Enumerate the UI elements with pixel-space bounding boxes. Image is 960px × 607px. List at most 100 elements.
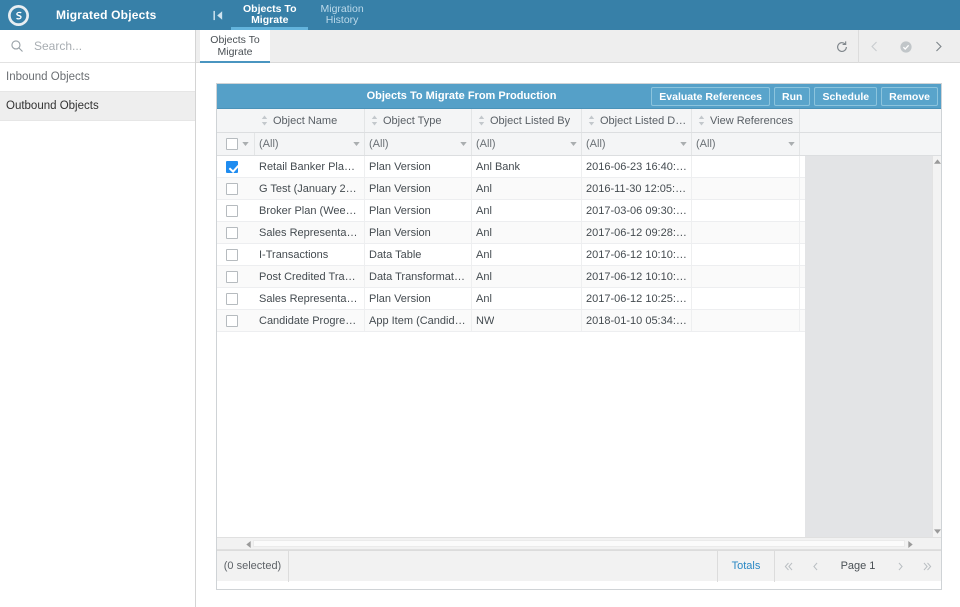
row-checkbox[interactable]: [226, 249, 238, 261]
column-header-view-references-label: View References: [710, 115, 793, 127]
filter-filler: [800, 133, 941, 155]
row-cell-object-type: App Item (Candidate M...: [365, 310, 472, 331]
row-cell-object-listed-by: Anl: [472, 244, 582, 265]
sort-icon[interactable]: [478, 115, 485, 126]
row-cell-object-listed-date: 2017-03-06 09:30:15: [582, 200, 692, 221]
grid-footer: (0 selected) Totals Page 1: [217, 550, 941, 581]
row-cell-view-references: [692, 288, 800, 309]
vertical-scrollbar[interactable]: [932, 156, 941, 537]
filter-object-listed-by[interactable]: (All): [472, 133, 582, 155]
row-checkbox-cell: [217, 310, 255, 331]
column-header-object-listed-date[interactable]: Object Listed Date-ti...: [582, 109, 692, 132]
check-circle-icon[interactable]: [890, 30, 922, 63]
chevron-down-icon[interactable]: [570, 142, 577, 146]
first-page-button[interactable]: [775, 551, 802, 582]
row-cell-object-listed-date-text: 2016-11-30 12:05:47: [586, 183, 687, 195]
row-cell-object-listed-date: 2017-06-12 10:25:21: [582, 288, 692, 309]
row-cell-object-listed-by: Anl Bank: [472, 156, 582, 177]
row-cell-object-listed-by-text: Anl: [476, 293, 492, 305]
row-cell-object-type-text: Plan Version: [369, 227, 431, 239]
sort-icon[interactable]: [371, 115, 378, 126]
filter-object-name[interactable]: (All): [255, 133, 365, 155]
scroll-right-icon[interactable]: [903, 538, 917, 551]
row-checkbox[interactable]: [226, 315, 238, 327]
filter-view-references[interactable]: (All): [692, 133, 800, 155]
filter-object-listed-date[interactable]: (All): [582, 133, 692, 155]
page-number-label[interactable]: Page 1: [829, 560, 887, 572]
refresh-icon[interactable]: [826, 30, 858, 63]
row-checkbox[interactable]: [226, 227, 238, 239]
run-button[interactable]: Run: [774, 87, 810, 106]
row-cell-object-listed-date-text: 2018-01-10 05:34:04: [586, 315, 687, 327]
row-checkbox-cell: [217, 222, 255, 243]
row-checkbox[interactable]: [226, 293, 238, 305]
row-cell-object-type: Plan Version: [365, 156, 472, 177]
row-cell-object-listed-by: Anl: [472, 178, 582, 199]
sort-icon[interactable]: [261, 115, 268, 126]
row-checkbox-cell: [217, 244, 255, 265]
row-cell-view-references: [692, 156, 800, 177]
row-cell-object-listed-by: Anl: [472, 266, 582, 287]
totals-button[interactable]: Totals: [718, 551, 775, 582]
remove-button[interactable]: Remove: [881, 87, 938, 106]
collapse-panel-icon[interactable]: [205, 0, 231, 30]
column-header-object-type-label: Object Type: [383, 115, 442, 127]
filter-object-type[interactable]: (All): [365, 133, 472, 155]
selected-count-label: (0 selected): [217, 551, 289, 582]
scroll-down-icon[interactable]: [934, 528, 941, 535]
row-cell-object-name: G Test (January 2016 - ...: [255, 178, 365, 199]
sub-tab-label-line1: Objects To: [210, 35, 259, 47]
filter-object-listed-by-value: (All): [476, 138, 570, 150]
row-cell-object-name-text: Post Credited Transacti...: [259, 271, 360, 283]
chevron-down-icon[interactable]: [680, 142, 687, 146]
tab-objects-to-migrate[interactable]: Objects To Migrate: [231, 0, 308, 30]
column-header-object-listed-date-label: Object Listed Date-ti...: [600, 115, 687, 127]
search-input[interactable]: [34, 39, 184, 53]
chevron-left-icon[interactable]: [858, 30, 890, 63]
swoosh-circle-logo-icon: [8, 5, 29, 26]
chevron-down-icon[interactable]: [242, 142, 249, 146]
row-cell-object-listed-by: Anl: [472, 288, 582, 309]
grid-action-buttons: Evaluate References Run Schedule Remove: [651, 87, 938, 106]
horizontal-scrollbar[interactable]: [217, 537, 941, 550]
sort-icon[interactable]: [698, 115, 705, 126]
column-header-view-references[interactable]: View References: [692, 109, 800, 132]
chevron-down-icon[interactable]: [460, 142, 467, 146]
chevron-right-icon[interactable]: [922, 30, 954, 63]
row-checkbox[interactable]: [226, 205, 238, 217]
row-cell-object-listed-by: Anl: [472, 200, 582, 221]
objects-grid: Objects To Migrate From Production Evalu…: [216, 83, 942, 590]
next-page-button[interactable]: [887, 551, 914, 582]
row-checkbox[interactable]: [226, 161, 238, 173]
chevron-down-icon[interactable]: [353, 142, 360, 146]
schedule-button[interactable]: Schedule: [814, 87, 877, 106]
grid-filter-row: (All) (All) (All): [217, 133, 941, 156]
row-cell-object-name: Post Credited Transacti...: [255, 266, 365, 287]
sub-tab-bar: Objects To Migrate: [196, 30, 960, 63]
sub-tab-objects-to-migrate[interactable]: Objects To Migrate: [200, 30, 270, 63]
sort-icon[interactable]: [588, 115, 595, 126]
tab-migration-history[interactable]: Migration History: [308, 0, 375, 30]
row-cell-object-name-text: Candidate Progress Tra...: [259, 315, 360, 327]
grid-body: Retail Banker Plan - Ob...Plan VersionAn…: [217, 156, 941, 537]
scroll-up-icon[interactable]: [934, 158, 941, 165]
last-page-button[interactable]: [914, 551, 941, 582]
row-cell-object-name: Sales Representative P...: [255, 222, 365, 243]
row-cell-object-type: Plan Version: [365, 222, 472, 243]
row-cell-view-references: [692, 310, 800, 331]
row-checkbox[interactable]: [226, 271, 238, 283]
row-cell-object-listed-by: NW: [472, 310, 582, 331]
scroll-left-icon[interactable]: [241, 538, 255, 551]
column-header-object-listed-by[interactable]: Object Listed By: [472, 109, 582, 132]
select-all-checkbox[interactable]: [226, 138, 238, 150]
column-header-object-type[interactable]: Object Type: [365, 109, 472, 132]
sidebar-item-inbound-objects[interactable]: Inbound Objects: [0, 63, 195, 92]
row-checkbox[interactable]: [226, 183, 238, 195]
sidebar-item-outbound-objects[interactable]: Outbound Objects: [0, 92, 195, 121]
horizontal-scrollbar-track[interactable]: [253, 540, 905, 547]
column-header-object-name[interactable]: Object Name: [255, 109, 365, 132]
previous-page-button[interactable]: [802, 551, 829, 582]
evaluate-references-button[interactable]: Evaluate References: [651, 87, 770, 106]
row-cell-object-type-text: Plan Version: [369, 183, 431, 195]
chevron-down-icon[interactable]: [788, 142, 795, 146]
